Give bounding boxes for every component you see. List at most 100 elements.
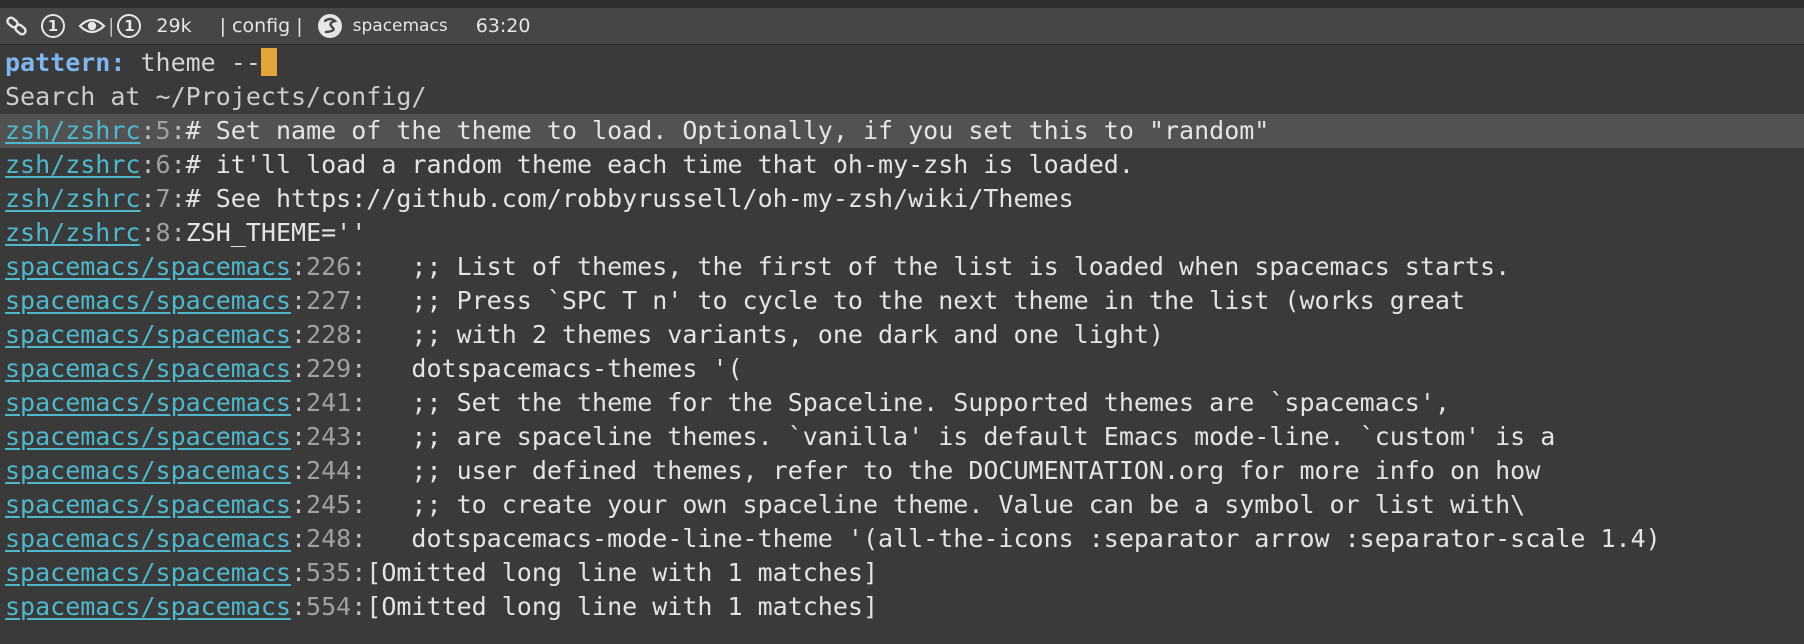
search-result-row[interactable]: spacemacs/spacemacs:244: ;; user defined…: [0, 454, 1804, 488]
result-line-number: 241: [306, 388, 352, 417]
result-line-number: 229: [306, 354, 352, 383]
result-separator: :: [170, 218, 186, 247]
result-matched-text: ;; to create your own spaceline theme. V…: [366, 490, 1526, 519]
major-mode[interactable]: spacemacs: [353, 16, 448, 36]
result-file-link[interactable]: spacemacs/spacemacs: [5, 320, 291, 349]
result-separator: :: [140, 116, 156, 145]
result-file-link[interactable]: spacemacs/spacemacs: [5, 558, 291, 587]
search-result-row[interactable]: spacemacs/spacemacs:228: ;; with 2 theme…: [0, 318, 1804, 352]
result-separator: :: [351, 456, 367, 485]
result-separator: :: [351, 252, 367, 281]
result-separator: :: [140, 184, 156, 213]
search-result-row[interactable]: spacemacs/spacemacs:554:[Omitted long li…: [0, 590, 1804, 624]
result-line-number: 228: [306, 320, 352, 349]
result-file-link[interactable]: spacemacs/spacemacs: [5, 252, 291, 281]
result-line-number: 244: [306, 456, 352, 485]
result-line-number: 6: [155, 150, 171, 179]
result-line-number: 245: [306, 490, 352, 519]
result-separator: :: [351, 422, 367, 451]
result-separator: :: [140, 218, 156, 247]
result-matched-text: ;; user defined themes, refer to the DOC…: [366, 456, 1541, 485]
search-location: Search at ~/Projects/config/: [5, 82, 427, 111]
search-result-row[interactable]: spacemacs/spacemacs:226: ;; List of them…: [0, 250, 1804, 284]
result-separator: :: [290, 354, 307, 383]
search-result-row[interactable]: zsh/zshrc:6:# it'll load a random theme …: [0, 148, 1804, 182]
result-matched-text: [Omitted long line with 1 matches]: [366, 592, 879, 621]
pattern-input[interactable]: theme --: [125, 48, 260, 77]
result-file-link[interactable]: spacemacs/spacemacs: [5, 388, 291, 417]
result-separator: :: [351, 490, 367, 519]
result-line-number: 554: [306, 592, 352, 621]
result-file-link[interactable]: zsh/zshrc: [5, 184, 140, 213]
result-line-number: 248: [306, 524, 352, 553]
result-line-number: 535: [306, 558, 352, 587]
result-line-number: 226: [306, 252, 352, 281]
search-result-row[interactable]: zsh/zshrc:5:# Set name of the theme to l…: [0, 114, 1804, 148]
result-separator: :: [351, 558, 367, 587]
result-file-link[interactable]: zsh/zshrc: [5, 150, 140, 179]
search-result-row[interactable]: spacemacs/spacemacs:248: dotspacemacs-mo…: [0, 522, 1804, 556]
result-matched-text: ZSH_THEME='': [185, 218, 367, 247]
result-matched-text: dotspacemacs-themes '(: [366, 354, 743, 383]
previous-buffer-edge: [0, 0, 1804, 8]
text-cursor: [260, 48, 277, 76]
result-separator: :: [351, 320, 367, 349]
result-separator: :: [290, 524, 307, 553]
result-matched-text: ;; List of themes, the first of the list…: [366, 252, 1511, 281]
buffer-indicator-icon: 1: [116, 13, 142, 39]
result-matched-text: # Set name of the theme to load. Optiona…: [185, 116, 1270, 145]
search-result-row[interactable]: spacemacs/spacemacs:535:[Omitted long li…: [0, 556, 1804, 590]
search-result-row[interactable]: spacemacs/spacemacs:227: ;; Press `SPC T…: [0, 284, 1804, 318]
result-file-link[interactable]: spacemacs/spacemacs: [5, 456, 291, 485]
result-line-number: 8: [155, 218, 171, 247]
search-result-row[interactable]: spacemacs/spacemacs:229: dotspacemacs-th…: [0, 352, 1804, 386]
result-separator: :: [351, 524, 367, 553]
result-separator: :: [290, 388, 307, 417]
result-separator: :: [290, 558, 307, 587]
result-line-number: 243: [306, 422, 352, 451]
minibuffer-prompt[interactable]: pattern: theme --: [5, 46, 277, 80]
result-separator: :: [290, 252, 307, 281]
link-icon: [4, 14, 30, 38]
search-result-row[interactable]: zsh/zshrc:7:# See https://github.com/rob…: [0, 182, 1804, 216]
result-file-link[interactable]: spacemacs/spacemacs: [5, 286, 291, 315]
result-separator: :: [351, 592, 367, 621]
mode-line: 1 | 1 29k | config | spacemacs 63:20: [0, 8, 1804, 45]
result-matched-text: ;; Press `SPC T n' to cycle to the next …: [366, 286, 1466, 315]
result-file-link[interactable]: spacemacs/spacemacs: [5, 490, 291, 519]
result-separator: :: [170, 116, 186, 145]
pattern-label: pattern:: [5, 48, 126, 77]
cursor-position: 63:20: [475, 15, 531, 37]
project-name[interactable]: | config |: [220, 15, 303, 37]
result-separator: :: [351, 354, 367, 383]
search-result-row[interactable]: spacemacs/spacemacs:243: ;; are spacelin…: [0, 420, 1804, 454]
search-result-row[interactable]: spacemacs/spacemacs:245: ;; to create yo…: [0, 488, 1804, 522]
result-file-link[interactable]: spacemacs/spacemacs: [5, 354, 291, 383]
result-file-link[interactable]: zsh/zshrc: [5, 218, 140, 247]
result-matched-text: ;; with 2 themes variants, one dark and …: [366, 320, 1164, 349]
result-separator: :: [140, 150, 156, 179]
result-separator: :: [290, 490, 307, 519]
modeline-divider: |: [108, 15, 115, 37]
search-result-row[interactable]: spacemacs/spacemacs:241: ;; Set the them…: [0, 386, 1804, 420]
search-result-row[interactable]: zsh/zshrc:8:ZSH_THEME='': [0, 216, 1804, 250]
result-separator: :: [290, 456, 307, 485]
result-file-link[interactable]: spacemacs/spacemacs: [5, 422, 291, 451]
result-matched-text: [Omitted long line with 1 matches]: [366, 558, 879, 587]
result-matched-text: ;; are spaceline themes. `vanilla' is de…: [366, 422, 1556, 451]
result-matched-text: # it'll load a random theme each time th…: [185, 150, 1134, 179]
result-matched-text: dotspacemacs-mode-line-theme '(all-the-i…: [366, 524, 1661, 553]
result-line-number: 227: [306, 286, 352, 315]
result-separator: :: [170, 150, 186, 179]
result-file-link[interactable]: spacemacs/spacemacs: [5, 524, 291, 553]
result-separator: :: [351, 388, 367, 417]
result-separator: :: [351, 286, 367, 315]
result-separator: :: [170, 184, 186, 213]
result-line-number: 5: [155, 116, 171, 145]
result-file-link[interactable]: spacemacs/spacemacs: [5, 592, 291, 621]
result-file-link[interactable]: zsh/zshrc: [5, 116, 140, 145]
spacemacs-logo-icon: [317, 13, 343, 39]
result-separator: :: [290, 422, 307, 451]
result-matched-text: # See https://github.com/robbyrussell/oh…: [185, 184, 1074, 213]
window-number: 1: [47, 17, 59, 35]
